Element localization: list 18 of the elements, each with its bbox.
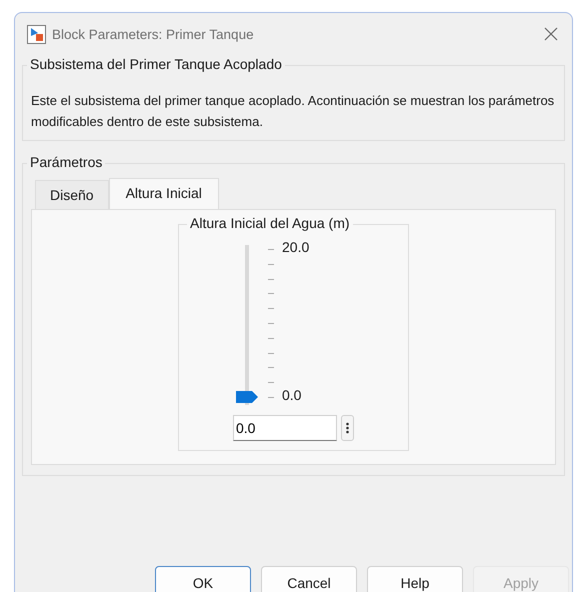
max-label: 20.0 — [282, 239, 310, 255]
more-icon — [346, 422, 349, 434]
tab[interactable]: Altura Inicial — [108, 178, 219, 209]
slider-thumb[interactable] — [236, 391, 258, 403]
dialog-button[interactable]: OK — [155, 566, 251, 592]
block-icon — [27, 24, 46, 44]
dialog-button[interactable]: Cancel — [261, 566, 357, 592]
group-title: Parámetros — [27, 154, 106, 170]
value-field[interactable]: 0.0 — [233, 415, 337, 441]
window-title: Block Parameters: Primer Tanque — [52, 26, 255, 42]
description-text: Este el subsistema del primer tanque acoplado. Acontinuación se muestran los parámetros modificables dentro de este subsistema. — [31, 92, 556, 131]
dialog-button[interactable]: Help — [367, 566, 463, 592]
group-title: Subsistema del Primer Tanque Acoplado — [27, 56, 285, 72]
tab[interactable]: Diseño — [35, 180, 109, 209]
close-icon[interactable] — [544, 27, 558, 41]
min-label: 0.0 — [282, 387, 302, 403]
group-title: Altura Inicial del Agua (m) — [187, 215, 353, 231]
more-button[interactable] — [341, 415, 354, 441]
